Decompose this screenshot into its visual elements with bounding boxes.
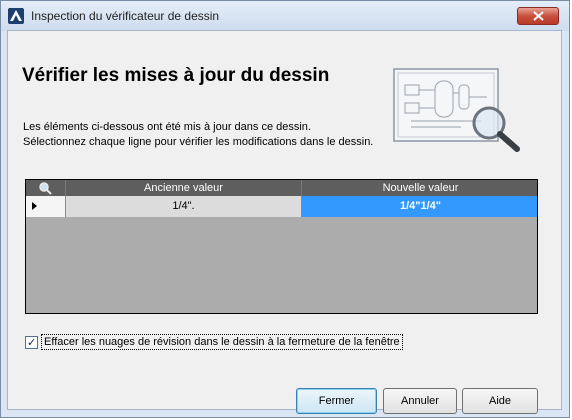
clear-clouds-checkbox[interactable]: ✓ bbox=[25, 336, 38, 349]
column-header-new-value[interactable]: Nouvelle valeur bbox=[302, 180, 537, 196]
cell-new-value[interactable]: 1/4"1/4" bbox=[302, 196, 537, 217]
table-row[interactable]: 1/4". 1/4"1/4" bbox=[26, 196, 537, 217]
title-bar[interactable]: Inspection du vérificateur de dessin bbox=[1, 1, 569, 31]
page-title: Vérifier les mises à jour du dessin bbox=[22, 65, 330, 86]
clear-clouds-option[interactable]: ✓ Effacer les nuages de révision dans le… bbox=[25, 334, 455, 350]
close-icon bbox=[533, 11, 544, 21]
dialog-content: Vérifier les mises à jour du dessin Les … bbox=[7, 30, 562, 414]
changes-grid[interactable]: Ancienne valeur Nouvelle valeur 1/4". 1/… bbox=[25, 179, 538, 314]
autocad-app-icon bbox=[8, 8, 24, 24]
cell-old-value[interactable]: 1/4". bbox=[66, 196, 302, 217]
description: Les éléments ci-dessous ont été mis à jo… bbox=[23, 120, 384, 150]
cancel-button[interactable]: Annuler bbox=[383, 388, 457, 414]
description-line-2: Sélectionnez chaque ligne pour vérifier … bbox=[23, 136, 374, 148]
row-header[interactable] bbox=[26, 196, 66, 217]
magnifier-icon bbox=[39, 182, 52, 195]
drawing-inspection-illustration bbox=[393, 68, 520, 152]
grid-header: Ancienne valeur Nouvelle valeur bbox=[26, 180, 537, 196]
description-line-1: Les éléments ci-dessous ont été mis à jo… bbox=[23, 121, 311, 133]
window-title: Inspection du vérificateur de dessin bbox=[31, 9, 220, 23]
column-header-old-value[interactable]: Ancienne valeur bbox=[66, 180, 302, 196]
checkmark-icon: ✓ bbox=[27, 337, 37, 349]
clear-clouds-label[interactable]: Effacer les nuages de révision dans le d… bbox=[41, 334, 403, 350]
window-close-button[interactable] bbox=[517, 7, 559, 25]
grid-header-corner[interactable] bbox=[26, 180, 66, 196]
help-button[interactable]: Aide bbox=[462, 388, 538, 414]
current-row-arrow-icon bbox=[32, 202, 37, 210]
close-button[interactable]: Fermer bbox=[296, 388, 377, 414]
